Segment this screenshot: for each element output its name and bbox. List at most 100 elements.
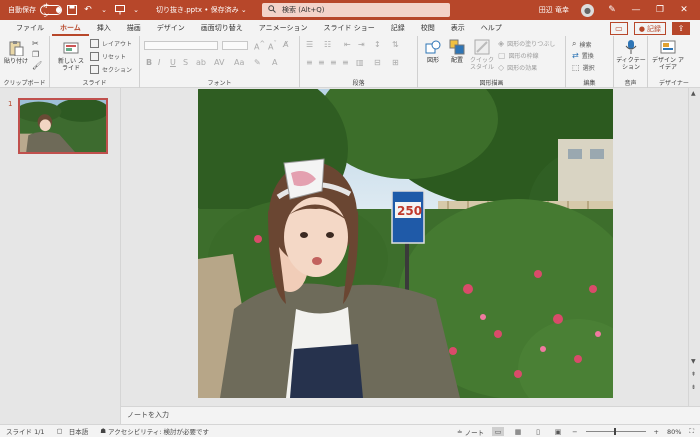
vertical-scrollbar[interactable]: ▲ ▼ ⇞ ⇟ xyxy=(688,88,700,406)
copy-icon[interactable]: ❐ xyxy=(32,50,39,59)
undo-icon[interactable]: ↶ xyxy=(82,4,94,16)
spelling-icon[interactable]: ▢ xyxy=(57,427,63,435)
slide-picture[interactable]: 250 xyxy=(198,89,613,398)
tab-5[interactable]: 画面切り替え xyxy=(193,20,251,36)
notes-input[interactable]: ノートを入力 xyxy=(121,406,700,424)
text-direction-icon[interactable]: ⇅ xyxy=(392,40,399,49)
customize-qat-icon[interactable]: ⌄ xyxy=(130,4,142,16)
section-button[interactable]: セクション xyxy=(90,65,132,74)
shrink-font-icon[interactable]: Aˇ xyxy=(268,40,277,52)
tab-7[interactable]: スライド ショー xyxy=(316,20,383,36)
avatar[interactable]: ● xyxy=(581,3,594,17)
zoom-in-icon[interactable]: + xyxy=(654,428,659,436)
slide-sorter-icon[interactable]: ▦ xyxy=(512,427,524,436)
slide-thumbnail[interactable] xyxy=(18,98,108,154)
language-indicator[interactable]: 日本語 xyxy=(69,426,89,436)
new-slide-button[interactable]: 新しい スライド xyxy=(56,40,86,72)
strikethrough-icon[interactable]: S xyxy=(183,58,188,67)
slide-editor[interactable]: 250 xyxy=(121,88,688,406)
smartart-icon[interactable]: ⊞ xyxy=(392,58,399,67)
save-icon[interactable] xyxy=(66,4,78,16)
select-button[interactable]: ⬚ 選択 xyxy=(572,63,595,72)
dropdown-caret-icon[interactable]: ⌄ xyxy=(98,4,110,16)
zoom-level[interactable]: 80% xyxy=(667,428,681,436)
paste-button[interactable]: 貼り付け xyxy=(4,40,28,65)
find-button[interactable]: ⌕ 検索 xyxy=(572,39,592,49)
shadow-icon[interactable]: ab xyxy=(196,58,206,67)
pen-icon[interactable]: ✎ xyxy=(606,5,618,15)
accessibility-icon[interactable]: ☗ xyxy=(100,427,106,435)
bold-icon[interactable]: B xyxy=(146,58,152,67)
reading-view-icon[interactable]: ▯ xyxy=(532,427,544,436)
minimize-icon[interactable]: — xyxy=(630,5,642,15)
shapes-button[interactable]: 図形 xyxy=(422,39,444,64)
numbering-icon[interactable]: ☷ xyxy=(324,40,331,49)
scroll-up-icon[interactable]: ▲ xyxy=(691,90,696,97)
shape-outline-button[interactable]: ▢ 図形の枠線 xyxy=(498,51,539,60)
line-spacing-icon[interactable]: ↕ xyxy=(374,40,381,49)
autosave-toggle[interactable]: オン xyxy=(40,3,62,19)
decrease-indent-icon[interactable]: ⇤ xyxy=(344,40,351,49)
quick-styles-button[interactable]: クイック スタイル xyxy=(470,39,494,71)
next-slide-icon[interactable]: ⇟ xyxy=(691,384,696,391)
align-center-icon[interactable]: ≡ xyxy=(318,58,325,67)
comment-icon[interactable]: ▭ xyxy=(609,22,628,35)
change-case-icon[interactable]: Aa xyxy=(234,58,244,67)
font-color-icon[interactable]: A xyxy=(272,58,277,67)
tab-2[interactable]: 挿入 xyxy=(89,20,119,36)
prev-slide-icon[interactable]: ⇞ xyxy=(691,371,696,378)
present-icon[interactable] xyxy=(114,4,126,16)
italic-icon[interactable]: I xyxy=(158,58,160,67)
dictate-button[interactable]: ディクテーション xyxy=(616,39,646,71)
tab-11[interactable]: ヘルプ xyxy=(473,20,510,36)
grow-font-icon[interactable]: A^ xyxy=(254,40,265,52)
clear-format-icon[interactable]: A̸ xyxy=(283,40,288,49)
document-title[interactable]: 切り抜き.pptx • 保存済み ⌄ xyxy=(156,5,247,15)
format-painter-icon[interactable]: 🖌 xyxy=(32,61,42,70)
align-left-icon[interactable]: ≡ xyxy=(306,58,313,67)
align-right-icon[interactable]: ≡ xyxy=(330,58,337,67)
tab-1[interactable]: ホーム xyxy=(52,20,89,36)
share-icon[interactable]: ⇪ xyxy=(672,22,690,35)
arrange-button[interactable]: 配置 xyxy=(446,39,468,64)
columns-icon[interactable]: ▥ xyxy=(356,58,364,67)
shape-effects-button[interactable]: ◇ 図形の効果 xyxy=(498,63,537,72)
slideshow-view-icon[interactable]: ▣ xyxy=(552,427,564,436)
tab-0[interactable]: ファイル xyxy=(8,20,52,36)
increase-indent-icon[interactable]: ⇥ xyxy=(358,40,365,49)
char-spacing-icon[interactable]: AV xyxy=(214,58,224,67)
justify-icon[interactable]: ≡ xyxy=(342,58,349,67)
replace-button[interactable]: ⇄ 置換 xyxy=(572,51,594,60)
fit-slide-icon[interactable]: ⛶ xyxy=(689,427,694,436)
restore-icon[interactable]: ❐ xyxy=(654,5,666,15)
scroll-down-icon[interactable]: ▼ xyxy=(691,358,696,365)
tab-3[interactable]: 描画 xyxy=(119,20,149,36)
tab-6[interactable]: アニメーション xyxy=(251,20,316,36)
cut-icon[interactable]: ✂ xyxy=(32,39,39,48)
tab-9[interactable]: 校閲 xyxy=(413,20,443,36)
font-name-combo[interactable] xyxy=(144,41,218,50)
font-size-combo[interactable] xyxy=(222,41,248,50)
layout-button[interactable]: レイアウト xyxy=(90,39,132,48)
user-name[interactable]: 田辺 竜幸 xyxy=(539,5,569,15)
normal-view-icon[interactable]: ▭ xyxy=(492,427,505,436)
shape-fill-button[interactable]: ◈ 図形の塗りつぶし xyxy=(498,39,555,48)
highlight-icon[interactable]: ✎ xyxy=(254,58,261,67)
zoom-slider-thumb[interactable] xyxy=(613,428,616,435)
accessibility-status[interactable]: アクセシビリティ: 検討が必要です xyxy=(108,426,209,436)
zoom-out-icon[interactable]: − xyxy=(572,428,577,436)
align-text-icon[interactable]: ⊟ xyxy=(374,58,381,67)
tab-10[interactable]: 表示 xyxy=(443,20,473,36)
zoom-slider[interactable] xyxy=(585,428,646,435)
tab-8[interactable]: 記録 xyxy=(383,20,413,36)
slide-canvas[interactable]: 250 xyxy=(198,89,613,398)
close-icon[interactable]: ✕ xyxy=(678,5,690,15)
record-button[interactable]: ● 記録 xyxy=(633,22,666,35)
underline-icon[interactable]: U xyxy=(170,58,176,67)
search-input[interactable]: 検索 (Alt+Q) xyxy=(262,3,450,17)
notes-toggle[interactable]: ≐ ノート xyxy=(457,427,484,437)
reset-button[interactable]: リセット xyxy=(90,52,126,61)
design-ideas-button[interactable]: デザイン アイデア xyxy=(652,39,684,71)
bullets-icon[interactable]: ☰ xyxy=(306,40,313,49)
tab-4[interactable]: デザイン xyxy=(149,20,193,36)
